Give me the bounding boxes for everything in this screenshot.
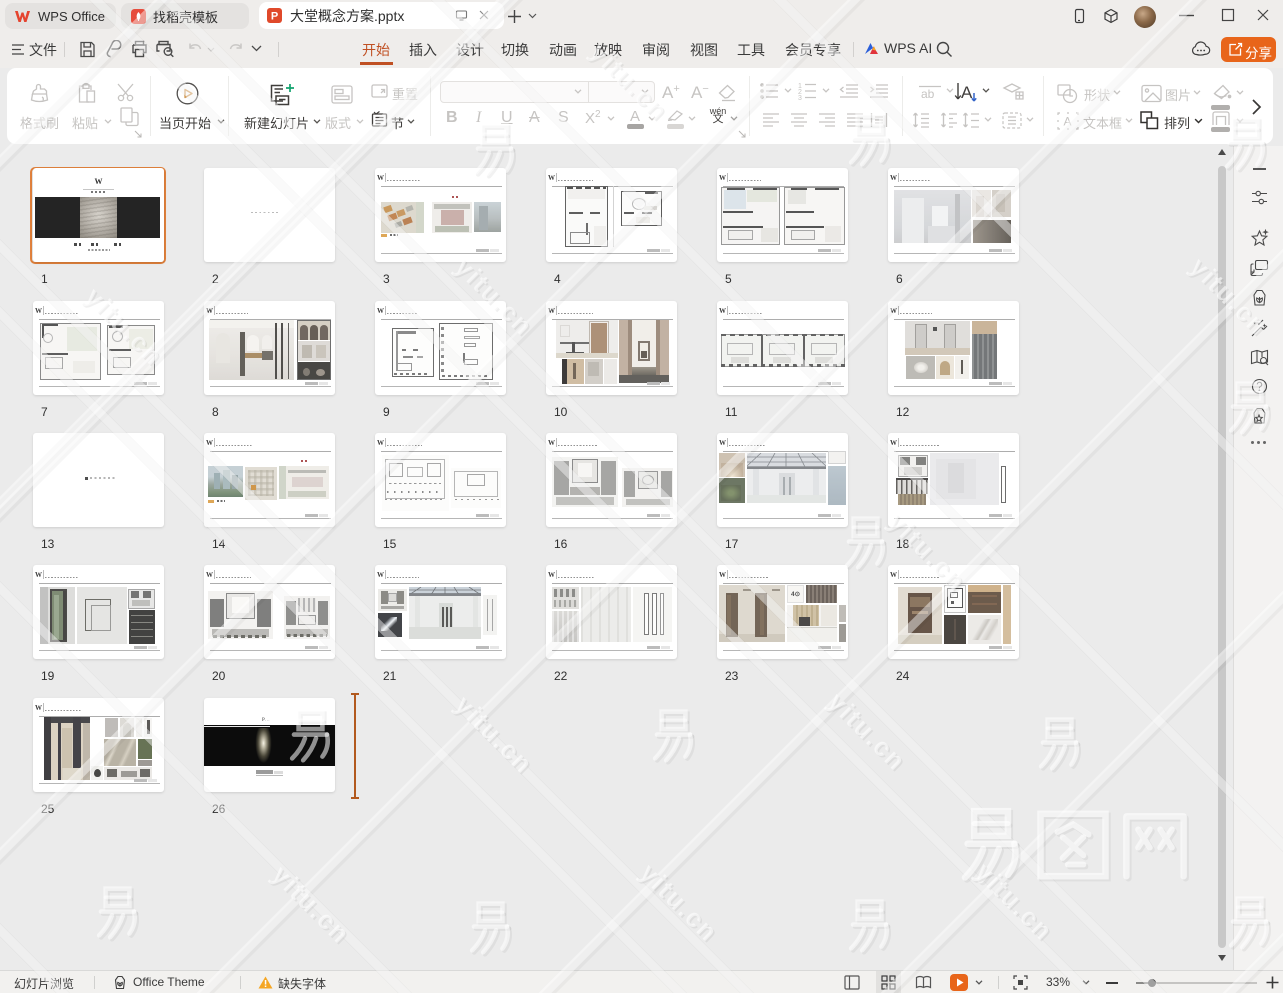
svg-text:A: A xyxy=(1064,115,1072,129)
svg-text:P: P xyxy=(271,11,278,23)
svg-text:ab: ab xyxy=(921,87,935,99)
svg-text:A: A xyxy=(961,83,973,102)
svg-text:3: 3 xyxy=(798,95,802,100)
